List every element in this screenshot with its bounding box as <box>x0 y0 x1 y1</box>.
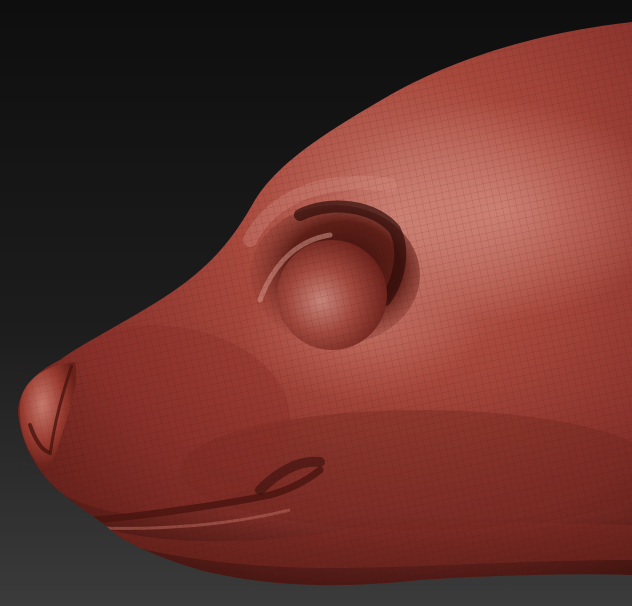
nose <box>15 360 85 475</box>
sculpt-viewport[interactable] <box>0 0 632 606</box>
sculpt-render <box>0 0 632 606</box>
